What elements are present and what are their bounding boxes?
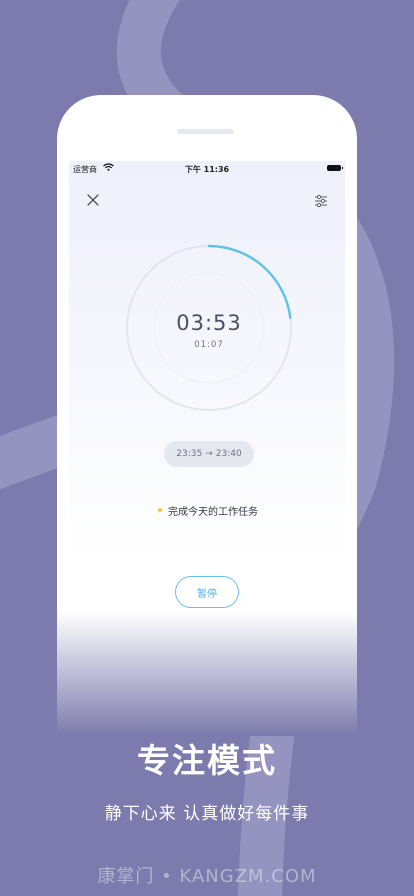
promo-subline: 静下心来 认真做好每件事 <box>104 804 310 824</box>
sliders-icon[interactable] <box>314 194 328 208</box>
pause-button[interactable]: 暂停 <box>175 576 239 608</box>
battery-icon <box>327 165 343 171</box>
session-time-range: 23:35 → 23:40 <box>164 441 254 467</box>
arrow-right-icon: → <box>205 449 213 459</box>
status-time: 下午 11:36 <box>184 165 230 174</box>
close-icon[interactable] <box>86 193 100 207</box>
current-task: ★ 完成今天的工作任务 <box>69 503 345 519</box>
star-icon: ★ <box>155 505 165 516</box>
task-title: 完成今天的工作任务 <box>168 507 259 518</box>
timer-progress-arc <box>207 244 292 319</box>
phone-fade-overlay <box>57 612 357 736</box>
phone-speaker <box>177 129 234 134</box>
watermark: 康掌门 • KANGZM.COM <box>97 866 317 887</box>
elapsed-time: 01:07 <box>194 340 224 350</box>
promo-headline: 专注模式 <box>137 741 277 780</box>
remaining-time: 03:53 <box>176 311 242 335</box>
session-start: 23:35 <box>176 449 203 459</box>
status-bar: 运营商 下午 11:36 <box>69 161 345 179</box>
session-end: 23:40 <box>215 449 242 459</box>
